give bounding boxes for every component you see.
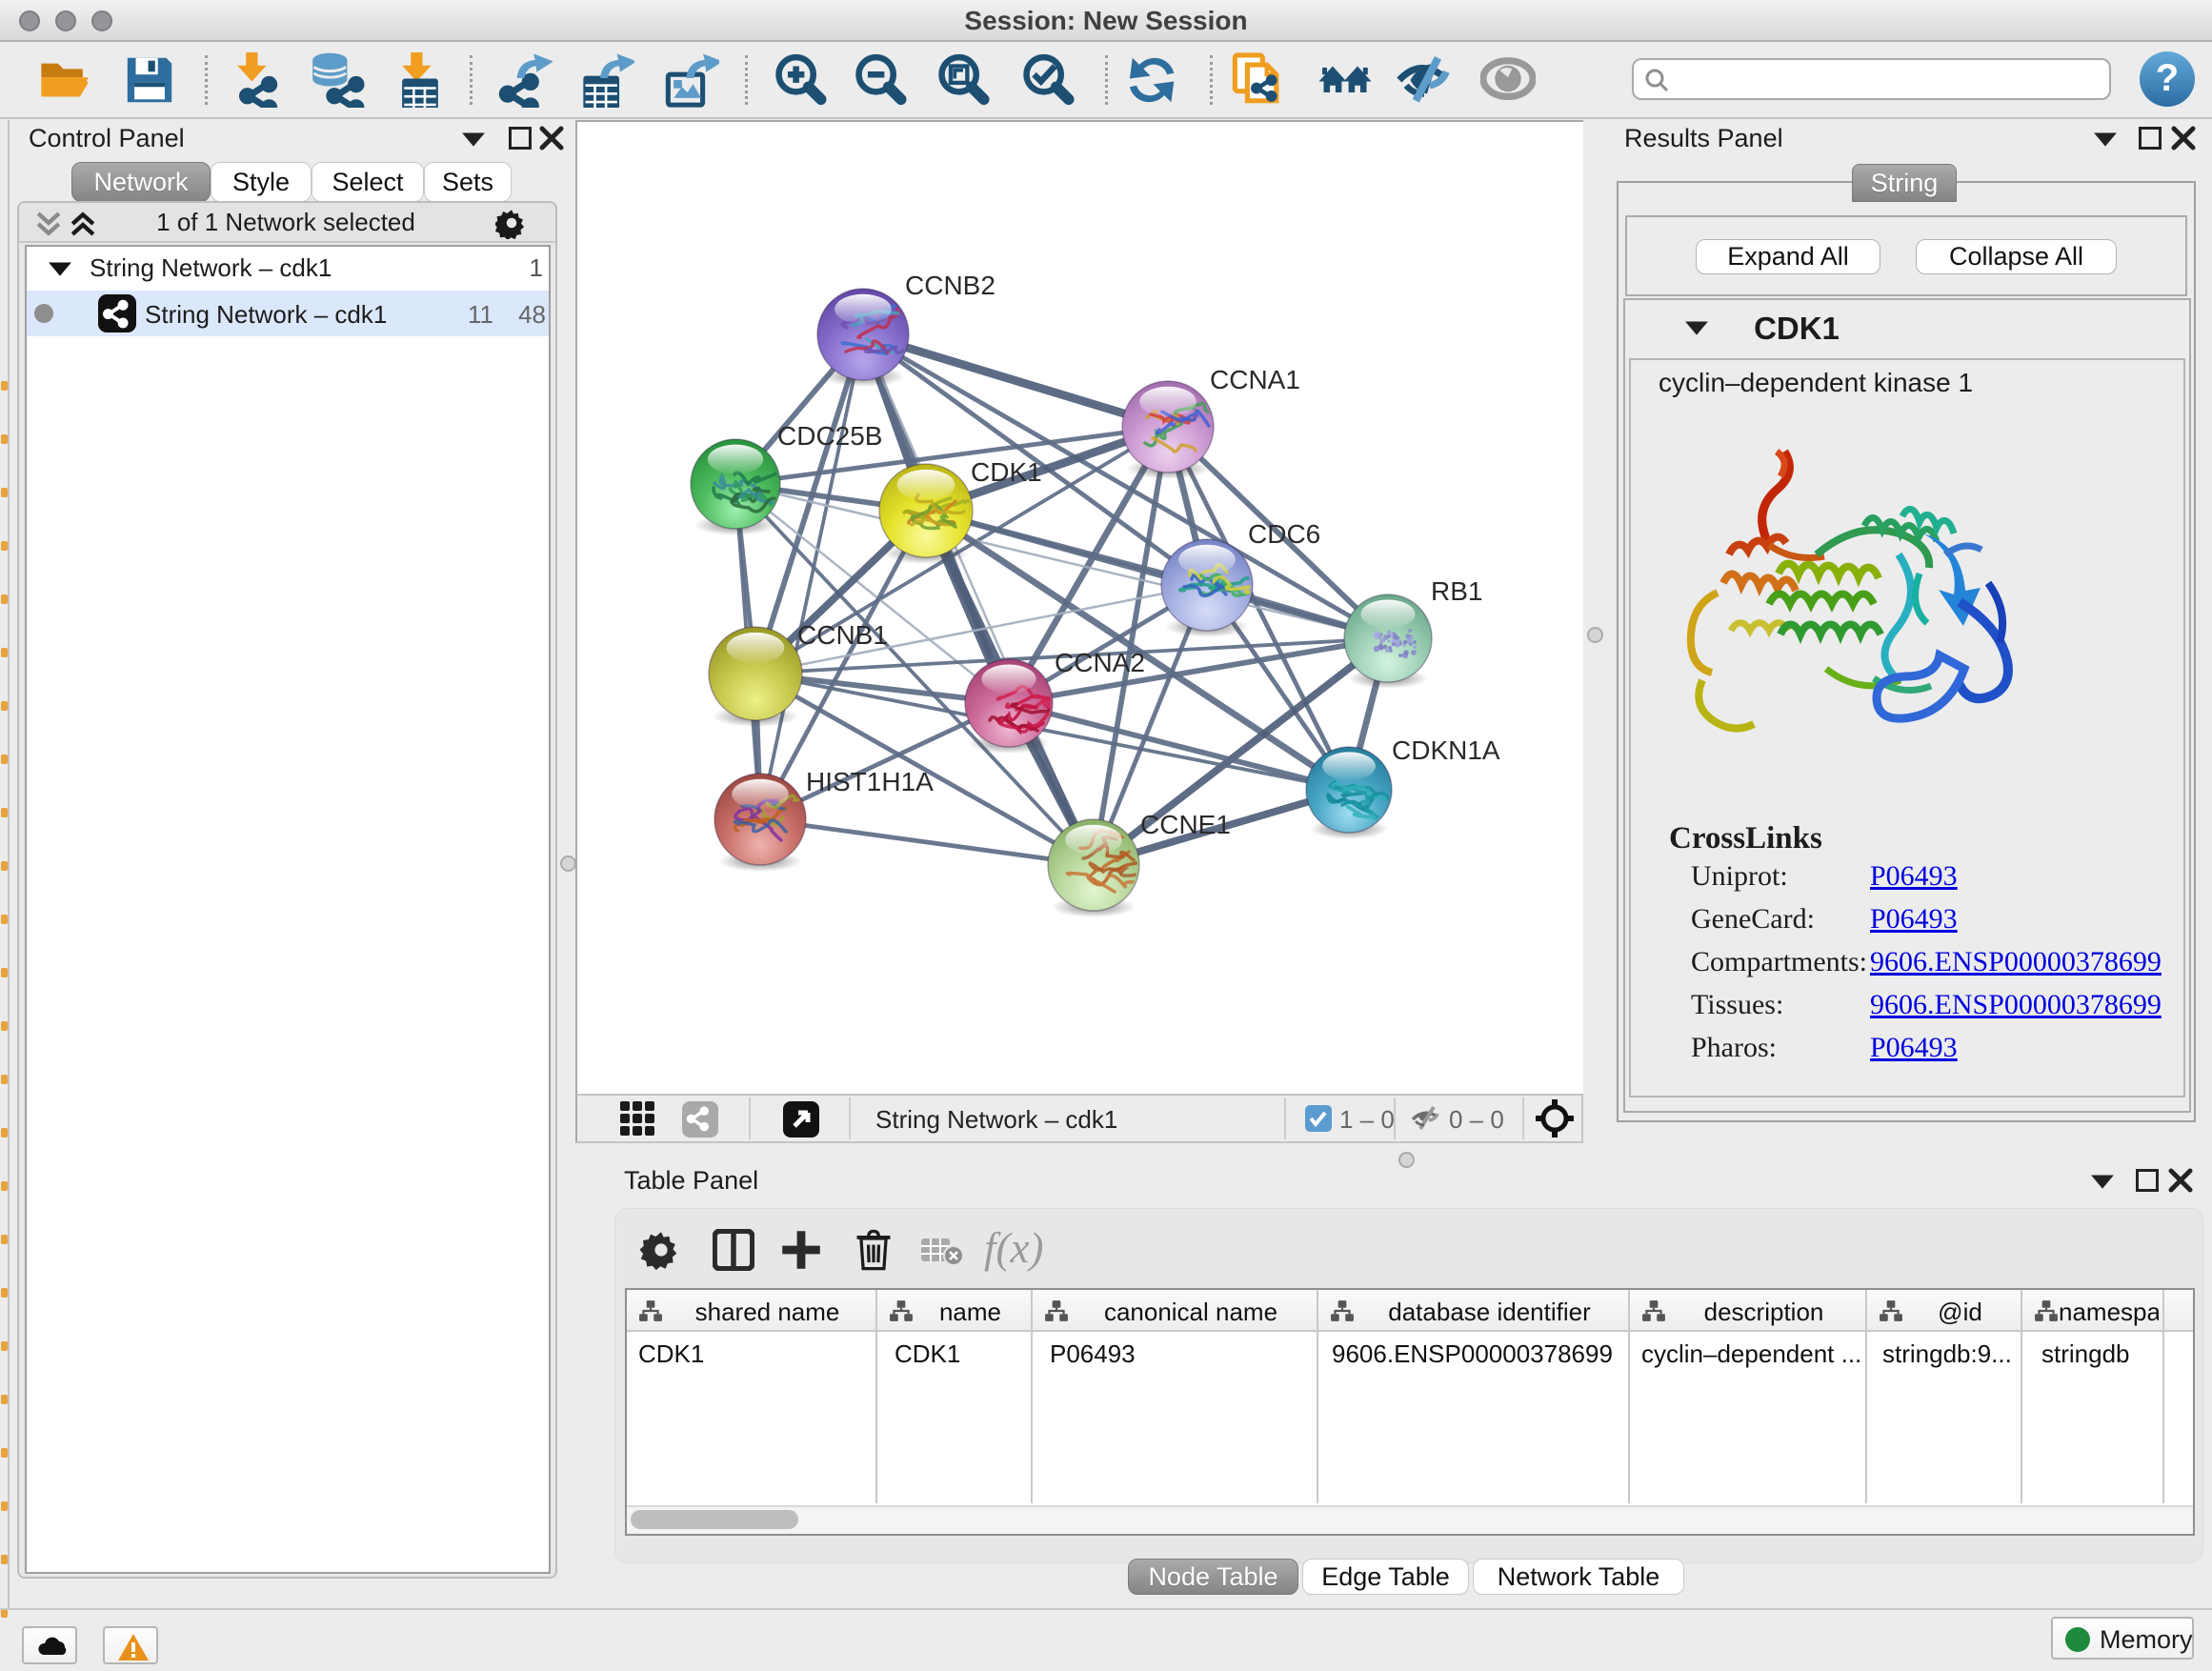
svg-text:CDC6: CDC6 [1248,519,1320,549]
svg-text:HIST1H1A: HIST1H1A [806,767,934,796]
svg-text:CDKN1A: CDKN1A [1392,735,1500,765]
svg-text:CCNE1: CCNE1 [1140,810,1231,839]
svg-text:CDK1: CDK1 [971,457,1042,487]
svg-text:CDC25B: CDC25B [777,421,882,451]
svg-text:CCNA1: CCNA1 [1210,365,1300,394]
svg-text:CCNA2: CCNA2 [1055,648,1145,677]
svg-text:RB1: RB1 [1431,576,1482,606]
svg-text:CCNB2: CCNB2 [905,271,995,300]
svg-text:CCNB1: CCNB1 [797,620,888,650]
